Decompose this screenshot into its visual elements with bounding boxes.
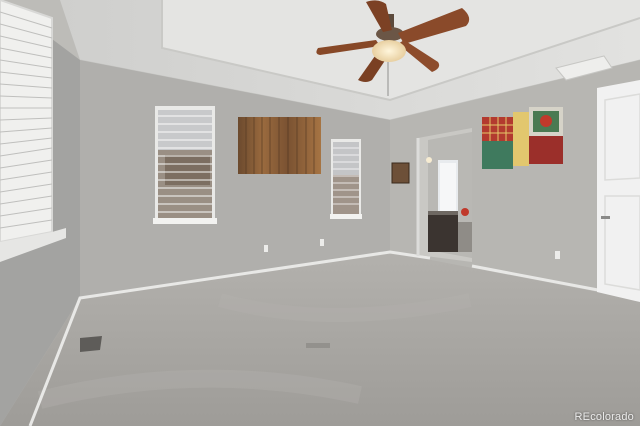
wall-outlet	[264, 245, 268, 252]
bedroom-photo: REcolorado	[0, 0, 640, 426]
bathroom-doorway	[416, 128, 472, 262]
photo-watermark: REcolorado	[574, 411, 634, 423]
wall-outlet	[320, 239, 324, 246]
bedroom-door	[597, 80, 640, 302]
back-window-left	[153, 106, 217, 224]
floor-vent	[80, 336, 102, 352]
room-illustration	[0, 0, 640, 426]
back-window-right	[330, 139, 362, 219]
floor-vent	[306, 343, 330, 348]
wall-outlet	[555, 251, 560, 259]
small-wall-frame	[391, 162, 410, 184]
wood-panel-art	[238, 117, 321, 174]
